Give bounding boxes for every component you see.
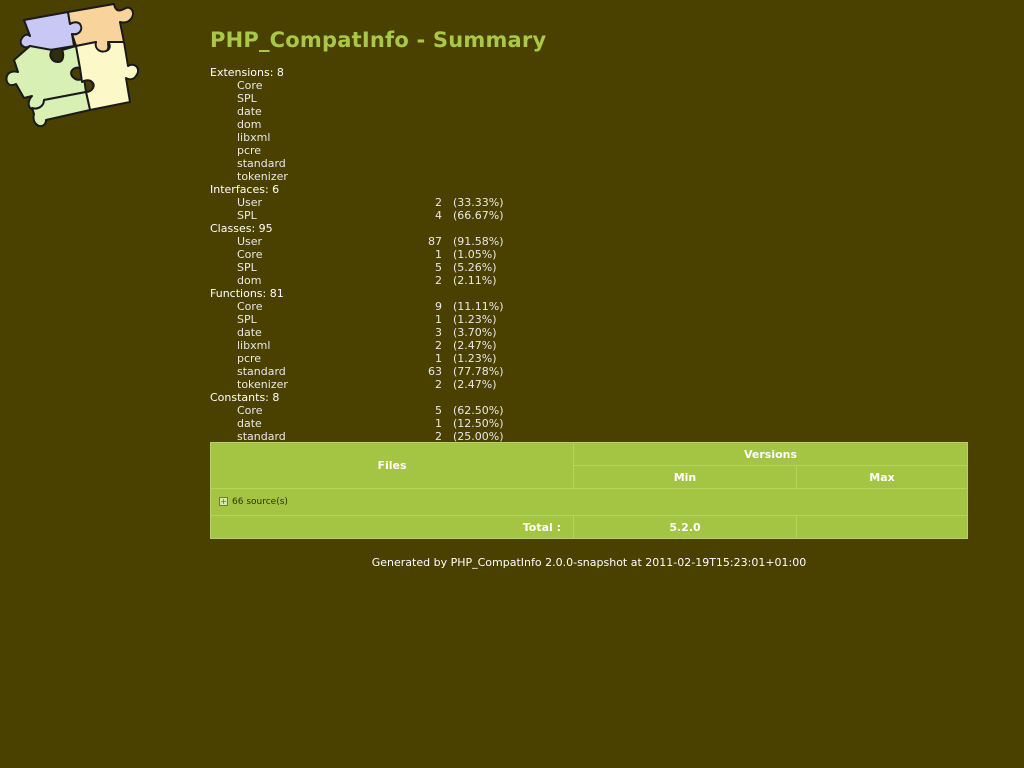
versions-header: Versions <box>573 442 968 466</box>
item-name: SPL <box>237 209 257 222</box>
item-name: pcre <box>237 144 262 157</box>
item-pct: (11.11%) <box>453 300 504 313</box>
summary-row: dom 2 (2.11%) <box>210 274 530 287</box>
item-pct: (2.47%) <box>453 378 497 391</box>
total-max-version <box>796 515 968 539</box>
footer-generated: Generated by PHP_CompatInfo 2.0.0-snapsh… <box>371 556 807 569</box>
item-name: Core <box>237 248 263 261</box>
item-pct: (5.26%) <box>453 261 497 274</box>
group-heading: Extensions: 8 <box>210 66 284 79</box>
item-name: dom <box>237 274 262 287</box>
group-heading: Interfaces: 6 <box>210 183 280 196</box>
item-name: dom <box>237 118 262 131</box>
item-name: standard <box>237 157 286 170</box>
item-count: 2 <box>435 274 442 287</box>
summary-row: libxml <box>210 131 530 144</box>
files-header: Files <box>210 442 574 489</box>
summary-row: pcre 1 (1.23%) <box>210 352 530 365</box>
item-count: 1 <box>435 352 442 365</box>
summary-row: SPL 4 (66.67%) <box>210 209 530 222</box>
item-count: 63 <box>428 365 442 378</box>
summary-row: Core 1 (1.05%) <box>210 248 530 261</box>
item-count: 5 <box>435 404 442 417</box>
item-pct: (3.70%) <box>453 326 497 339</box>
summary-row: dom <box>210 118 530 131</box>
group-heading: Constants: 8 <box>210 391 280 404</box>
item-count: 2 <box>435 378 442 391</box>
summary-row: SPL <box>210 92 530 105</box>
summary-row: standard <box>210 157 530 170</box>
summary-row: date 3 (3.70%) <box>210 326 530 339</box>
summary-row: pcre <box>210 144 530 157</box>
total-min-version: 5.2.0 <box>573 515 797 539</box>
item-name: SPL <box>237 261 257 274</box>
item-name: tokenizer <box>237 378 288 391</box>
min-version-header: Min <box>573 465 797 489</box>
item-count: 3 <box>435 326 442 339</box>
summary-row: date <box>210 105 530 118</box>
item-count: 4 <box>435 209 442 222</box>
summary-row: User 2 (33.33%) <box>210 196 530 209</box>
item-name: date <box>237 105 262 118</box>
item-pct: (33.33%) <box>453 196 504 209</box>
expand-icon[interactable]: + <box>219 497 228 506</box>
files-table: Files Versions Min Max +66 source(s) Tot… <box>210 442 968 539</box>
item-name: SPL <box>237 313 257 326</box>
item-count: 2 <box>435 196 442 209</box>
item-count: 1 <box>435 417 442 430</box>
puzzle-logo <box>5 3 140 128</box>
summary-row: Core <box>210 79 530 92</box>
item-name: libxml <box>237 131 271 144</box>
total-label: Total : <box>210 515 574 539</box>
item-pct: (2.47%) <box>453 339 497 352</box>
item-name: Core <box>237 79 263 92</box>
item-name: date <box>237 417 262 430</box>
summary-row: libxml 2 (2.47%) <box>210 339 530 352</box>
item-pct: (66.67%) <box>453 209 504 222</box>
sources-label[interactable]: 66 source(s) <box>232 497 288 507</box>
item-name: Core <box>237 404 263 417</box>
item-pct: (1.23%) <box>453 352 497 365</box>
item-count: 87 <box>428 235 442 248</box>
page-title: PHP_CompatInfo - Summary <box>210 28 547 52</box>
summary-list: Extensions: 8 Core SPL date dom libxml pcre sta… <box>210 66 530 443</box>
summary-page: PHP_CompatInfo - Summary Extensions: 8 Co… <box>0 0 1024 768</box>
summary-row: Core 9 (11.11%) <box>210 300 530 313</box>
summary-row: date 1 (12.50%) <box>210 417 530 430</box>
summary-row: standard 63 (77.78%) <box>210 365 530 378</box>
summary-row: SPL 5 (5.26%) <box>210 261 530 274</box>
item-name: User <box>237 235 263 248</box>
item-name: libxml <box>237 339 271 352</box>
item-pct: (12.50%) <box>453 417 504 430</box>
item-pct: (77.78%) <box>453 365 504 378</box>
item-name: standard <box>237 365 286 378</box>
item-count: 1 <box>435 313 442 326</box>
summary-row: User 87 (91.58%) <box>210 235 530 248</box>
summary-row: tokenizer 2 (2.47%) <box>210 378 530 391</box>
item-pct: (91.58%) <box>453 235 504 248</box>
item-name: User <box>237 196 263 209</box>
item-name: pcre <box>237 352 262 365</box>
item-name: date <box>237 326 262 339</box>
item-pct: (2.11%) <box>453 274 497 287</box>
item-name: Core <box>237 300 263 313</box>
summary-row: Core 5 (62.50%) <box>210 404 530 417</box>
item-name: tokenizer <box>237 170 288 183</box>
max-version-header: Max <box>796 465 968 489</box>
item-count: 5 <box>435 261 442 274</box>
item-count: 2 <box>435 339 442 352</box>
item-pct: (62.50%) <box>453 404 504 417</box>
item-pct: (1.23%) <box>453 313 497 326</box>
item-count: 9 <box>435 300 442 313</box>
sources-row: +66 source(s) <box>210 488 968 516</box>
summary-row: SPL 1 (1.23%) <box>210 313 530 326</box>
group-heading: Functions: 81 <box>210 287 284 300</box>
item-count: 1 <box>435 248 442 261</box>
item-pct: (1.05%) <box>453 248 497 261</box>
summary-row: tokenizer <box>210 170 530 183</box>
item-name: SPL <box>237 92 257 105</box>
group-heading: Classes: 95 <box>210 222 273 235</box>
